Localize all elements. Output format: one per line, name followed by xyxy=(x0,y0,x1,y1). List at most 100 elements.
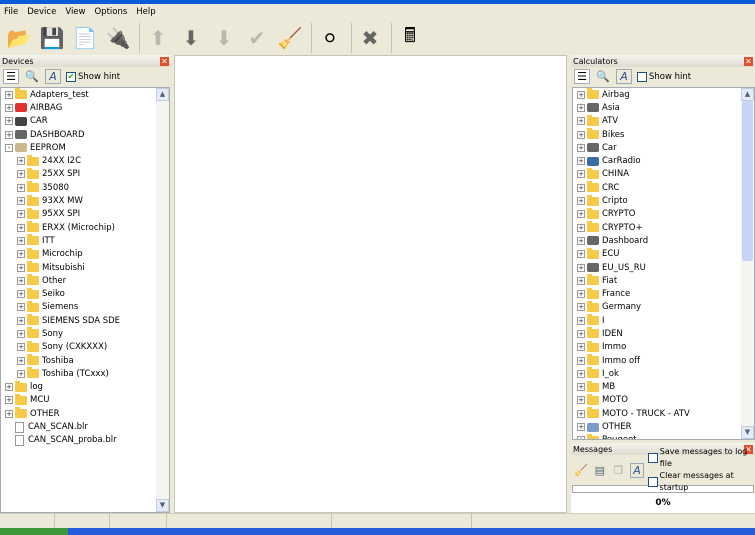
expand-icon[interactable]: + xyxy=(5,130,13,139)
tree-item[interactable]: +35080 xyxy=(1,181,169,194)
expand-icon[interactable]: + xyxy=(577,223,585,232)
expand-icon[interactable]: + xyxy=(5,90,13,99)
tree-item[interactable]: + EU_US_RU xyxy=(573,261,754,274)
tree-item[interactable]: + Germany xyxy=(573,300,754,314)
expand-icon[interactable]: + xyxy=(577,157,585,166)
font-icon[interactable]: A xyxy=(616,69,632,84)
expand-icon[interactable]: + xyxy=(17,250,25,259)
tree-item[interactable]: + Microchip xyxy=(1,247,169,261)
expand-icon[interactable]: + xyxy=(577,303,585,312)
broom-icon[interactable]: 🧹 xyxy=(574,463,589,478)
scroll-up-icon[interactable]: ▲ xyxy=(741,88,754,101)
start-button[interactable] xyxy=(0,528,68,535)
expand-icon[interactable]: + xyxy=(5,383,13,392)
tree-item[interactable]: + Fiat xyxy=(573,274,754,287)
tree-item[interactable]: + CRYPTO+ xyxy=(573,221,754,234)
tree-item[interactable]: + Sony (CXKXXX) xyxy=(1,340,169,354)
tree-item[interactable]: + CRC xyxy=(573,181,754,194)
expand-icon[interactable]: + xyxy=(5,396,13,405)
calculators-show-hint-checkbox[interactable]: Show hint xyxy=(637,71,691,82)
clear-startup-checkbox[interactable]: Clear messages at startup xyxy=(648,470,755,494)
search-icon[interactable]: 🔍 xyxy=(24,69,40,84)
new-document-icon[interactable]: 📄 xyxy=(70,23,100,53)
expand-icon[interactable]: + xyxy=(17,183,25,192)
expand-icon[interactable]: + xyxy=(577,236,585,245)
expand-icon[interactable]: + xyxy=(17,303,25,312)
tree-item[interactable]: CAN_SCAN.blr xyxy=(1,420,169,433)
disc-icon[interactable]: ⚪ xyxy=(315,23,345,53)
expand-icon[interactable]: + xyxy=(577,316,585,325)
tree-item[interactable]: - EEPROM xyxy=(1,141,169,154)
expand-icon[interactable]: + xyxy=(17,276,25,285)
tree-item[interactable]: + Car xyxy=(573,141,754,154)
tree-item[interactable]: + Immo off xyxy=(573,354,754,367)
tree-item[interactable]: + MCU xyxy=(1,393,169,407)
tree-item[interactable]: + France xyxy=(573,287,754,300)
expand-icon[interactable]: + xyxy=(17,236,25,245)
font-icon[interactable]: A xyxy=(45,69,61,84)
tree-item[interactable]: + CRYPTO xyxy=(573,207,754,221)
tree-item[interactable]: + ATV xyxy=(573,114,754,128)
tree-item[interactable]: + CHINA xyxy=(573,167,754,181)
expand-icon[interactable]: + xyxy=(17,369,25,378)
open-folder-icon[interactable]: 📂 xyxy=(4,23,34,53)
broom-icon[interactable]: 🧹 xyxy=(275,23,305,53)
devices-show-hint-checkbox[interactable]: ✔ Show hint xyxy=(66,71,120,82)
menu-view[interactable]: View xyxy=(65,7,85,17)
expand-icon[interactable]: + xyxy=(577,423,585,432)
tree-item[interactable]: + ECU xyxy=(573,247,754,261)
expand-icon[interactable]: + xyxy=(17,170,25,179)
expand-icon[interactable]: + xyxy=(577,170,585,179)
tree-item[interactable]: + MOTO - TRUCK - ATV xyxy=(573,407,754,420)
tree-item[interactable]: + Sony xyxy=(1,327,169,340)
expand-icon[interactable]: + xyxy=(577,396,585,405)
tree-item[interactable]: + CAR xyxy=(1,115,169,128)
expand-icon[interactable]: + xyxy=(577,436,585,439)
tree-item[interactable]: +93XX MW xyxy=(1,194,169,207)
save-icon[interactable]: ▤ xyxy=(593,463,608,478)
expand-icon[interactable]: + xyxy=(577,290,585,299)
scroll-down-icon[interactable]: ▼ xyxy=(741,426,754,439)
expand-icon[interactable]: + xyxy=(5,409,13,418)
tree-item[interactable]: + MB xyxy=(573,380,754,394)
menu-device[interactable]: Device xyxy=(27,7,56,17)
calculator-icon[interactable]: 🖩 xyxy=(395,23,425,53)
search-icon[interactable]: 🔍 xyxy=(595,69,611,84)
tree-item[interactable]: + Mitsubishi xyxy=(1,261,169,274)
tree-item[interactable]: + Other xyxy=(1,274,169,287)
tree-item[interactable]: + Cripto xyxy=(573,194,754,207)
copy-icon[interactable]: ❐ xyxy=(611,463,626,478)
tree-item[interactable]: + Siemens xyxy=(1,300,169,314)
expand-icon[interactable]: + xyxy=(577,383,585,392)
tree-item[interactable]: + CarRadio xyxy=(573,154,754,167)
scroll-down-icon[interactable]: ▼ xyxy=(156,499,169,512)
expand-icon[interactable]: + xyxy=(17,343,25,352)
tree-item[interactable]: + Seiko xyxy=(1,287,169,300)
expand-icon[interactable]: + xyxy=(577,103,585,112)
tree-item[interactable]: + Dashboard xyxy=(573,234,754,247)
tree-item[interactable]: + I_ok xyxy=(573,367,754,380)
tree-item[interactable]: + ERXX (Microchip) xyxy=(1,221,169,234)
tree-item[interactable]: + Bikes xyxy=(573,128,754,141)
tree-item[interactable]: CAN_SCAN_proba.blr xyxy=(1,434,169,447)
chip-icon[interactable]: 🔌 xyxy=(103,23,133,53)
check-icon[interactable]: ✔ xyxy=(242,23,272,53)
expand-icon[interactable]: + xyxy=(577,329,585,338)
tree-view-icon[interactable]: ☰ xyxy=(3,69,19,84)
tree-item[interactable]: + Peugeot xyxy=(573,433,754,439)
tree-item[interactable]: + Airbag xyxy=(573,88,754,101)
expand-icon[interactable]: + xyxy=(577,117,585,126)
expand-icon[interactable]: + xyxy=(17,263,25,272)
expand-icon[interactable]: + xyxy=(5,117,13,126)
arrow-down-icon[interactable]: ⬇ xyxy=(176,23,206,53)
expand-icon[interactable]: + xyxy=(577,356,585,365)
cancel-x-icon[interactable]: ✖ xyxy=(355,23,385,53)
expand-icon[interactable]: + xyxy=(17,290,25,299)
tree-item[interactable]: + MOTO xyxy=(573,393,754,407)
arrow-up-icon[interactable]: ⬆ xyxy=(143,23,173,53)
tree-item[interactable]: + OTHER xyxy=(1,407,169,420)
font-icon[interactable]: A xyxy=(629,462,645,478)
expand-icon[interactable]: + xyxy=(17,356,25,365)
tree-item[interactable]: + AIRBAG xyxy=(1,101,169,114)
tree-view-icon[interactable]: ☰ xyxy=(574,69,590,84)
